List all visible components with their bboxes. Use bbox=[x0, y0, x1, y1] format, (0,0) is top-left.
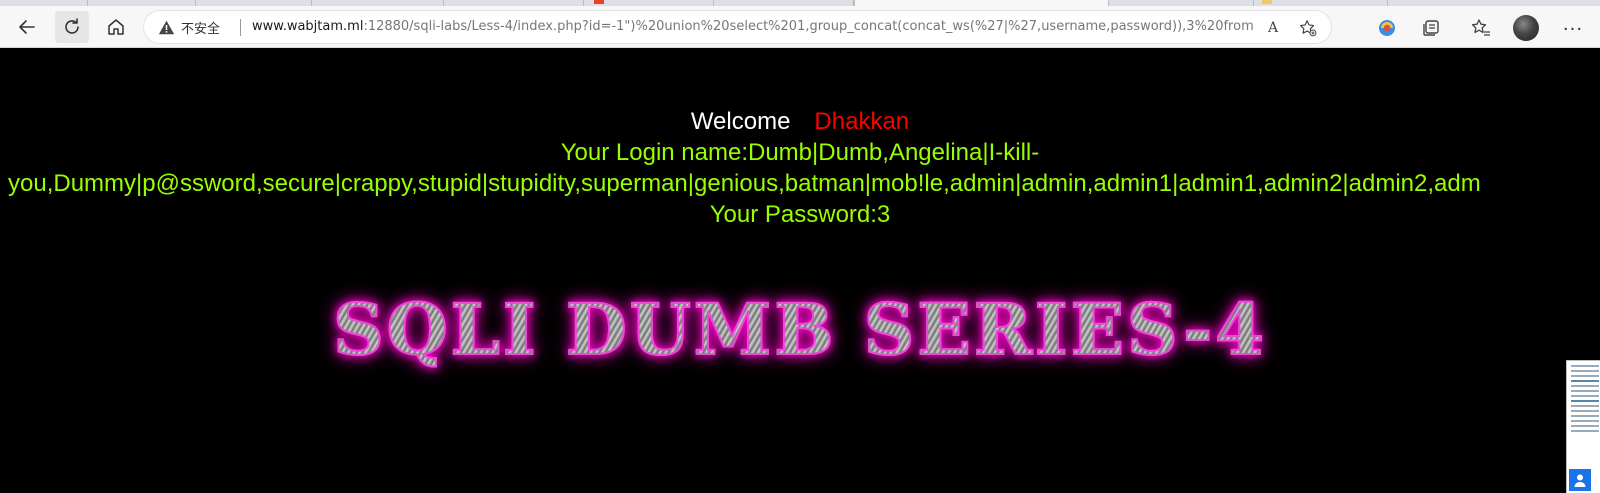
browser-toolbar: 不安全 www.wabjtam.ml:12880/sqli-labs/Less-… bbox=[0, 6, 1600, 48]
address-bar[interactable]: 不安全 www.wabjtam.ml:12880/sqli-labs/Less-… bbox=[143, 10, 1332, 44]
url-host: www.wabjtam.ml bbox=[252, 19, 364, 34]
back-button[interactable] bbox=[10, 11, 44, 43]
tab-favicon-icon bbox=[1262, 0, 1272, 4]
add-favorite-button[interactable] bbox=[1297, 17, 1319, 39]
person-icon[interactable] bbox=[1569, 469, 1591, 491]
extension-button[interactable] bbox=[1372, 13, 1402, 43]
add-favorite-icon bbox=[1300, 20, 1317, 37]
url-text[interactable]: www.wabjtam.ml:12880/sqli-labs/Less-4/in… bbox=[252, 11, 1254, 43]
favorites-button[interactable] bbox=[1466, 13, 1496, 43]
widget-preview bbox=[1571, 365, 1599, 435]
more-options-icon: ··· bbox=[1562, 18, 1584, 40]
refresh-button[interactable] bbox=[55, 11, 89, 43]
banner-title: SQLI DUMB SERIES-4 bbox=[332, 287, 1267, 372]
address-separator bbox=[240, 19, 241, 36]
welcome-text: Welcome bbox=[690, 108, 791, 135]
url-path: :12880/sqli-labs/Less-4/index.php?id=-1"… bbox=[363, 19, 1254, 34]
page-content: Welcome Dhakkan Your Login name:Dumb|Dumb… bbox=[0, 48, 1600, 493]
password-line: Your Password:3 bbox=[709, 201, 891, 228]
login-name-block: Your Login name:Dumb|Dumb,Angelina|I-kil… bbox=[0, 137, 1600, 199]
floating-side-widget[interactable] bbox=[1566, 360, 1600, 493]
login-name-line-2: you,Dummy|p@ssword,secure|crappy,stupid|… bbox=[8, 170, 1481, 197]
profile-avatar[interactable] bbox=[1513, 15, 1539, 41]
read-aloud-icon: A bbox=[1267, 20, 1279, 36]
home-icon bbox=[108, 19, 124, 35]
home-button[interactable] bbox=[99, 11, 133, 43]
series-banner: SQLI DUMB SERIES-4 bbox=[0, 287, 1600, 372]
user-name: Dhakkan bbox=[814, 108, 910, 135]
tab-favicon-icon bbox=[594, 0, 604, 4]
more-options-button[interactable]: ··· bbox=[1558, 14, 1588, 44]
read-aloud-button[interactable]: A bbox=[1262, 17, 1284, 39]
site-security-indicator[interactable]: 不安全 bbox=[158, 11, 220, 43]
insecure-label: 不安全 bbox=[181, 21, 221, 37]
refresh-icon bbox=[65, 18, 79, 34]
back-arrow-icon bbox=[19, 20, 35, 34]
welcome-line: Welcome Dhakkan bbox=[0, 106, 1600, 137]
warning-triangle-icon bbox=[158, 20, 175, 34]
login-result: Welcome Dhakkan Your Login name:Dumb|Dumb… bbox=[0, 106, 1600, 230]
favorites-list-icon bbox=[1471, 19, 1490, 36]
collections-button[interactable] bbox=[1416, 13, 1446, 43]
extension-icon bbox=[1379, 20, 1395, 36]
collections-icon bbox=[1423, 20, 1439, 36]
login-name-line-1: Your Login name:Dumb|Dumb,Angelina|I-kil… bbox=[560, 139, 1040, 166]
